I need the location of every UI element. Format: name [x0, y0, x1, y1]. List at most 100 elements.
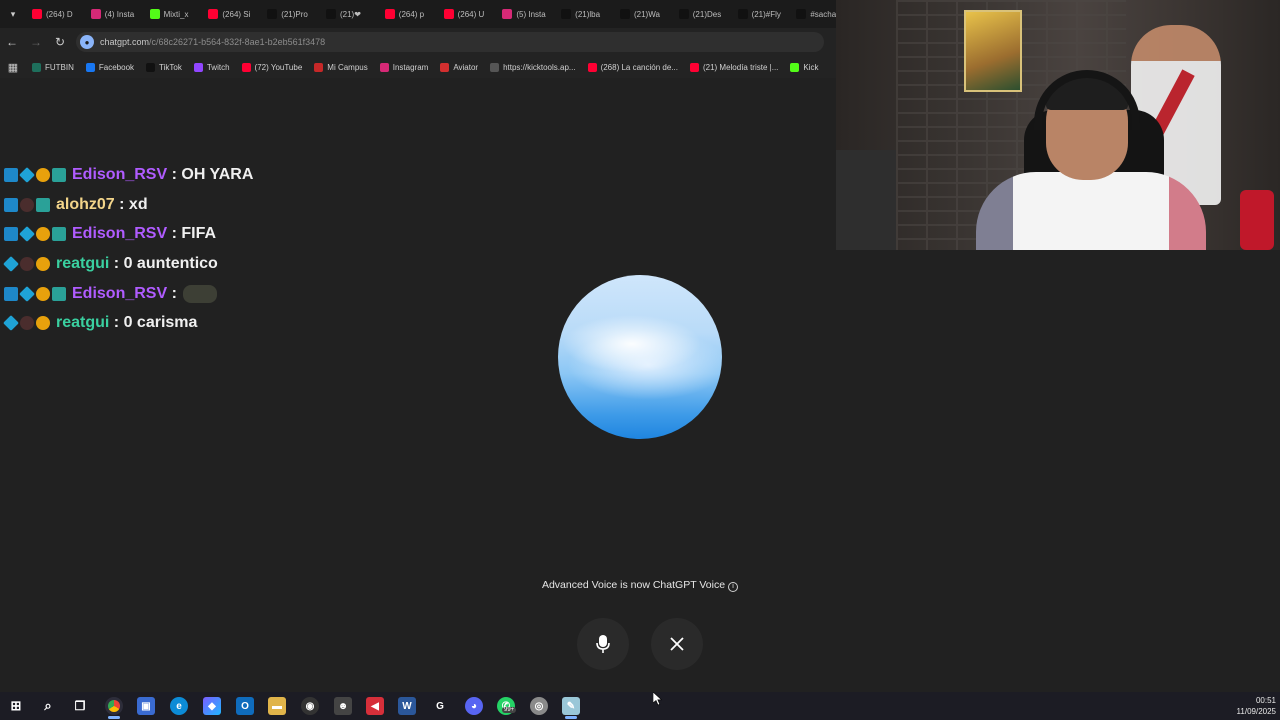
aviator-icon	[440, 62, 450, 72]
app-cat-icon[interactable]: ☻	[334, 697, 352, 715]
info-icon[interactable]: i	[728, 582, 739, 592]
bookmark-item[interactable]: Facebook	[80, 62, 140, 72]
tab-label: (264) p	[398, 9, 425, 19]
chat-username[interactable]: Edison_RSV	[72, 225, 167, 243]
tab-label: (264) U	[457, 9, 485, 19]
browser-tab[interactable]: (4) Insta	[85, 0, 144, 28]
microphone-button[interactable]	[577, 618, 629, 670]
browser-tab[interactable]: (264) Si	[202, 0, 261, 28]
address-bar[interactable]: ● chatgpt.com/c/68c26271-b564-832f-8ae1-…	[76, 32, 824, 52]
screen: ▾ (264) D (4) Insta Mixti_x (264) Si (21)Pro…	[0, 0, 1280, 720]
bookmark-item[interactable]: (268) La canción de...	[582, 62, 684, 72]
chat-text: :	[171, 284, 177, 302]
notepad-icon[interactable]: ✎	[562, 697, 580, 715]
red-object	[1240, 190, 1274, 250]
bookmark-item[interactable]: FUTBIN	[26, 62, 80, 72]
chat-username[interactable]: Edison_RSV	[72, 166, 167, 184]
end-voice-button[interactable]	[651, 618, 703, 670]
apps-grid-icon[interactable]: ▦	[0, 61, 26, 74]
tab-label: (21)Des	[692, 9, 722, 19]
tab-label: (264) D	[46, 9, 73, 19]
bookmark-item[interactable]: Kick	[784, 62, 824, 72]
bookmark-item[interactable]: Instagram	[374, 62, 435, 72]
bookmark-item[interactable]: https://kicktools.ap...	[484, 62, 581, 72]
search-icon[interactable]: ⌕	[39, 697, 57, 715]
one-badge-icon	[36, 256, 50, 271]
grid-icon	[490, 62, 500, 72]
instagram-icon	[90, 9, 101, 19]
bookmark-item[interactable]: TikTok	[140, 62, 188, 72]
futbin-icon	[32, 62, 41, 72]
one-badge-icon	[36, 167, 50, 182]
edge-icon[interactable]: e	[170, 697, 188, 715]
outlook-icon[interactable]: O	[236, 697, 254, 715]
site-mic-icon[interactable]: ●	[80, 35, 94, 49]
facebook-icon	[85, 62, 95, 72]
word-icon[interactable]: W	[398, 697, 416, 715]
url-host: chatgpt.com	[100, 37, 150, 47]
browser-tab[interactable]: (264) D	[26, 0, 85, 28]
bookmark-label: Kick	[803, 62, 819, 72]
chat-text: : 0 carisma	[113, 314, 198, 332]
bear-badge-icon	[20, 197, 34, 212]
instagram-icon	[502, 9, 513, 19]
voice-notice: Advanced Voice is now ChatGPT Voice i	[0, 579, 1280, 592]
bookmark-label: https://kicktools.ap...	[503, 62, 576, 72]
chat-username[interactable]: reatgui	[56, 314, 109, 332]
browser-tab[interactable]: (264) p	[379, 0, 438, 28]
chat-username[interactable]: alohz07	[56, 196, 115, 214]
task-view-icon[interactable]: ❐	[71, 697, 89, 715]
bookmark-label: (268) La canción de...	[600, 62, 678, 72]
bookmarks-bar: ▦ FUTBIN Facebook TikTok Twitch (72) YouTube…	[0, 56, 836, 78]
browser-tab[interactable]: #sacha	[790, 0, 836, 28]
chat-username[interactable]: reatgui	[56, 255, 109, 273]
bookmark-item[interactable]: (72) YouTube	[236, 62, 309, 72]
discord-icon[interactable]: ◕	[465, 697, 483, 715]
bookmark-label: TikTok	[159, 62, 182, 72]
system-clock[interactable]: 00:51 11/09/2025	[1237, 695, 1276, 717]
notepad-active-indicator	[565, 716, 577, 719]
browser-tab[interactable]: (21)#Fly	[732, 0, 791, 28]
tab-label: (264) Si	[222, 9, 251, 19]
twitch-icon	[193, 62, 203, 72]
tab-label: (21)❤	[339, 9, 361, 19]
g-app-icon[interactable]: G	[431, 697, 449, 715]
url-path: /c/68c26271-b564-832f-8ae1-b2eb561f3478	[149, 37, 326, 47]
tab-search-chevron-icon[interactable]: ▾	[0, 0, 26, 28]
tab-label: (21)Wa	[633, 9, 660, 19]
bookmark-item[interactable]: Mi Campus	[308, 62, 373, 72]
browser-tab[interactable]: (21)❤	[320, 0, 379, 28]
obs-icon[interactable]: ◉	[301, 697, 319, 715]
browser-tab[interactable]: (264) U	[438, 0, 497, 28]
tab-label: (5) Insta	[516, 9, 546, 19]
tab-label: Mixti_x	[163, 9, 189, 19]
store-icon[interactable]: ▣	[137, 697, 155, 715]
windows-start-icon[interactable]: ⊞	[7, 697, 25, 715]
browser-tab[interactable]: (21)Wa	[614, 0, 673, 28]
copilot-icon[interactable]: ◆	[203, 697, 221, 715]
forward-arrow-icon[interactable]: →	[24, 28, 48, 56]
red-app-icon[interactable]: ◀	[366, 697, 384, 715]
browser-tab[interactable]: (21)Des	[673, 0, 732, 28]
arrow-badge-icon	[4, 197, 18, 212]
webcam-overlay	[836, 0, 1280, 250]
browser-tab[interactable]: (5) Insta	[496, 0, 555, 28]
tab-label: #sacha	[810, 9, 836, 19]
app-fox-icon[interactable]: ◎	[530, 697, 548, 715]
browser-tab[interactable]: Mixti_x	[144, 0, 203, 28]
bookmark-item[interactable]: Aviator	[434, 62, 484, 72]
file-explorer-icon[interactable]: ▬	[268, 697, 286, 715]
chrome-active-indicator	[108, 716, 120, 719]
mod-badge-icon	[52, 227, 66, 242]
reload-icon[interactable]: ↻	[48, 28, 72, 56]
browser-tab[interactable]: (21)Pro	[261, 0, 320, 28]
back-arrow-icon[interactable]: ←	[0, 28, 24, 56]
bookmark-item[interactable]: (21) Melodía triste |...	[684, 62, 784, 72]
chrome-icon[interactable]	[105, 697, 123, 715]
chat-username[interactable]: Edison_RSV	[72, 285, 167, 303]
clock-date: 11/09/2025	[1236, 707, 1276, 716]
bookmark-item[interactable]: Twitch	[188, 62, 236, 72]
youtube-icon	[384, 9, 395, 19]
tiktok-icon	[737, 9, 748, 19]
browser-tab[interactable]: (21)lba	[555, 0, 614, 28]
